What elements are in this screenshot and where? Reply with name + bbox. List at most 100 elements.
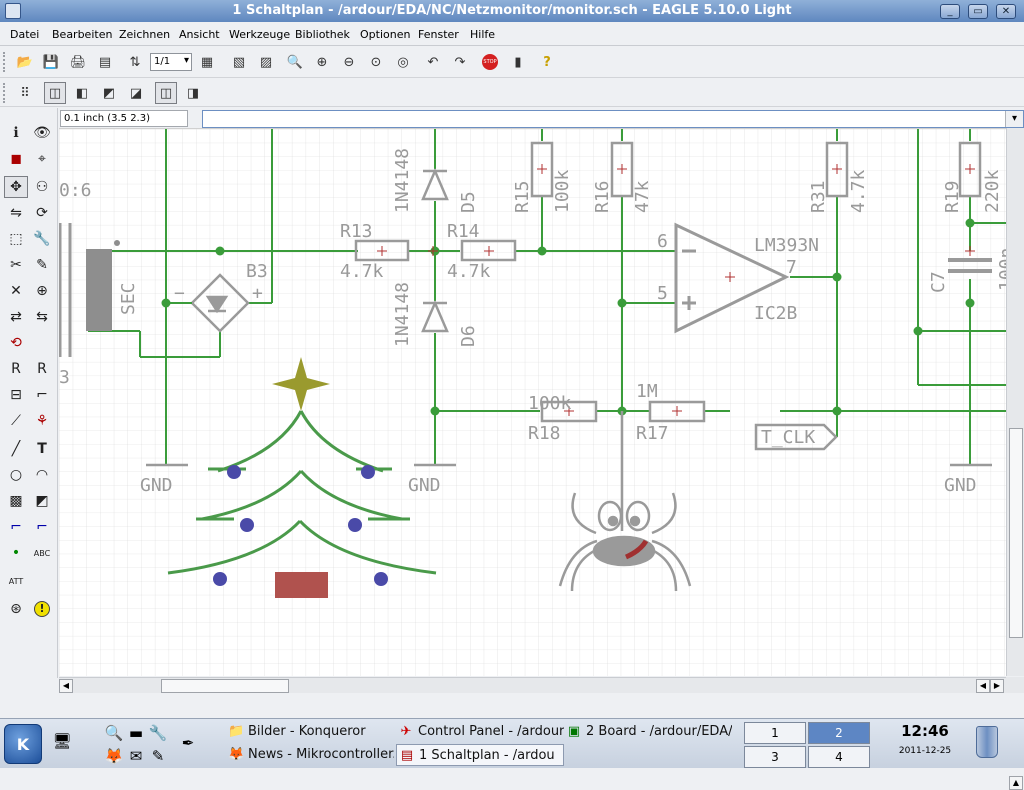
go-icon[interactable]: ▮ xyxy=(507,51,529,73)
rotate-tool[interactable]: ⟳ xyxy=(30,202,54,224)
scroll-up-arrow[interactable]: ▲ xyxy=(1009,776,1023,790)
stop-icon[interactable]: STOP xyxy=(479,51,501,73)
help-icon[interactable]: ? xyxy=(536,51,558,73)
zoom-area-icon[interactable]: ◎ xyxy=(392,51,414,73)
invoke-tool[interactable]: ⚘ xyxy=(30,410,54,432)
polygon-tool[interactable]: ◩ xyxy=(30,490,54,512)
split-tool[interactable]: ⌐ xyxy=(30,384,54,406)
task-control-panel[interactable]: ✈ Control Panel - /ardour xyxy=(396,721,564,743)
sheet-icon[interactable]: ⇅ xyxy=(124,51,146,73)
value-tool[interactable]: R xyxy=(30,358,54,380)
trash-icon[interactable] xyxy=(976,726,998,758)
arc-tool[interactable]: ◠ xyxy=(30,464,54,486)
command-history-dropdown[interactable]: ▾ xyxy=(1005,111,1023,127)
name-tool[interactable]: R xyxy=(4,358,28,380)
close-button[interactable]: ✕ xyxy=(996,4,1016,19)
script-icon[interactable]: ▧ xyxy=(228,51,250,73)
zoom-in-icon[interactable]: ⊕ xyxy=(311,51,333,73)
net-tool[interactable]: ⌐ xyxy=(30,516,54,538)
desktop-1[interactable]: 1 xyxy=(744,722,806,744)
zoom-out-icon[interactable]: ⊖ xyxy=(338,51,360,73)
scroll-left-arrow[interactable]: ◀ xyxy=(59,679,73,693)
desktop-icon[interactable]: 🖥 xyxy=(52,731,72,751)
menu-fenster[interactable]: Fenster xyxy=(418,28,459,41)
terminal-icon[interactable]: ▬ xyxy=(126,723,146,743)
display-tool[interactable]: ◼ xyxy=(4,148,28,170)
save-icon[interactable]: 💾 xyxy=(40,51,62,73)
change-tool[interactable]: 🔧 xyxy=(30,228,54,250)
layout-5-icon[interactable]: ◫ xyxy=(155,82,177,104)
menu-datei[interactable]: Datei xyxy=(10,28,39,41)
kontact-icon[interactable]: ✒ xyxy=(178,733,198,753)
layout-2-icon[interactable]: ◧ xyxy=(71,82,93,104)
mail-icon[interactable]: ✉ xyxy=(126,746,146,766)
layout-4-icon[interactable]: ◪ xyxy=(125,82,147,104)
menu-ansicht[interactable]: Ansicht xyxy=(179,28,220,41)
horizontal-scroll-thumb[interactable] xyxy=(161,679,289,693)
desktop-2[interactable]: 2 xyxy=(808,722,870,744)
board-icon[interactable]: ▦ xyxy=(196,51,218,73)
vertical-scrollbar[interactable]: ▲ xyxy=(1006,128,1024,790)
redo-icon[interactable]: ↷ xyxy=(449,51,471,73)
layout-3-icon[interactable]: ◩ xyxy=(98,82,120,104)
toolbar-grip[interactable] xyxy=(3,52,7,72)
pinswap-tool[interactable]: ⇄ xyxy=(4,306,28,328)
bus-tool[interactable]: ⌐ xyxy=(4,516,28,538)
minimize-button[interactable]: _ xyxy=(940,4,960,19)
move-tool[interactable]: ✥ xyxy=(4,176,28,198)
text-tool[interactable]: T xyxy=(30,438,54,460)
task-schaltplan[interactable]: ▤ 1 Schaltplan - /ardou xyxy=(396,744,564,766)
junction-tool[interactable]: • xyxy=(4,542,28,564)
kde-menu-button[interactable]: K xyxy=(4,724,42,764)
attribute-tool[interactable]: ATT xyxy=(4,570,28,592)
desktop-4[interactable]: 4 xyxy=(808,746,870,768)
menu-zeichnen[interactable]: Zeichnen xyxy=(119,28,170,41)
menu-werkzeuge[interactable]: Werkzeuge xyxy=(229,28,290,41)
schematic-canvas[interactable]: R13 4.7k R14 4.7k 100k R18 1M R17 B3 − +… xyxy=(59,128,1006,676)
zoom-redraw-icon[interactable]: ⊙ xyxy=(365,51,387,73)
scroll-right-arrow[interactable]: ▶ xyxy=(990,679,1004,693)
konqueror-icon[interactable]: 🔍 xyxy=(104,723,124,743)
undo-icon[interactable]: ↶ xyxy=(422,51,444,73)
task-konqueror[interactable]: 📁 Bilder - Konqueror xyxy=(226,721,394,743)
info-tool[interactable]: ℹ xyxy=(4,122,28,144)
clock[interactable]: 12:46 2011-12-25 xyxy=(880,722,970,756)
tools-icon[interactable]: 🔧 xyxy=(148,723,168,743)
layout-1-icon[interactable]: ◫ xyxy=(44,82,66,104)
gateswap-tool[interactable]: ⇆ xyxy=(30,306,54,328)
command-line[interactable]: ▾ xyxy=(202,110,1024,128)
add-tool[interactable]: ⊕ xyxy=(30,280,54,302)
menu-optionen[interactable]: Optionen xyxy=(360,28,410,41)
miter-tool[interactable]: ⟋ xyxy=(4,410,28,432)
scroll-left-arrow-2[interactable]: ◀ xyxy=(976,679,990,693)
group-tool[interactable]: ⬚ xyxy=(4,228,28,250)
editor-icon[interactable]: ✎ xyxy=(148,746,168,766)
ulp-icon[interactable]: ▨ xyxy=(255,51,277,73)
sheet-select[interactable]: 1/1 xyxy=(150,53,192,71)
show-tool[interactable]: 👁 xyxy=(30,122,54,144)
task-board[interactable]: ▣ 2 Board - /ardour/EDA/ xyxy=(564,721,732,743)
menu-hilfe[interactable]: Hilfe xyxy=(470,28,495,41)
mirror-tool[interactable]: ⇋ xyxy=(4,202,28,224)
grid-icon[interactable]: ⠿ xyxy=(14,82,36,104)
vertical-scroll-thumb[interactable] xyxy=(1009,428,1023,638)
copy-tool[interactable]: ⚇ xyxy=(30,176,54,198)
desktop-3[interactable]: 3 xyxy=(744,746,806,768)
label-tool[interactable]: ABC xyxy=(30,542,54,564)
zoom-fit-icon[interactable]: 🔍 xyxy=(284,51,306,73)
menu-bearbeiten[interactable]: Bearbeiten xyxy=(52,28,112,41)
replace-tool[interactable]: ⟲ xyxy=(4,332,28,354)
erc-tool[interactable]: ⊛ xyxy=(4,598,28,620)
smash-tool[interactable]: ⊟ xyxy=(4,384,28,406)
delete-tool[interactable]: ✕ xyxy=(4,280,28,302)
maximize-button[interactable]: ▭ xyxy=(968,4,988,19)
errors-tool[interactable]: ! xyxy=(30,598,54,620)
print-icon[interactable]: 🖨 xyxy=(67,51,89,73)
open-icon[interactable]: 📂 xyxy=(14,51,36,73)
mark-tool[interactable]: ⌖ xyxy=(30,148,54,170)
menu-bibliothek[interactable]: Bibliothek xyxy=(295,28,350,41)
task-news[interactable]: 🦊 News - Mikrocontroller. xyxy=(226,744,394,766)
horizontal-scrollbar[interactable]: ◀ ◀ ▶ xyxy=(59,677,1006,693)
cam-icon[interactable]: ▤ xyxy=(94,51,116,73)
firefox-icon[interactable]: 🦊 xyxy=(104,746,124,766)
